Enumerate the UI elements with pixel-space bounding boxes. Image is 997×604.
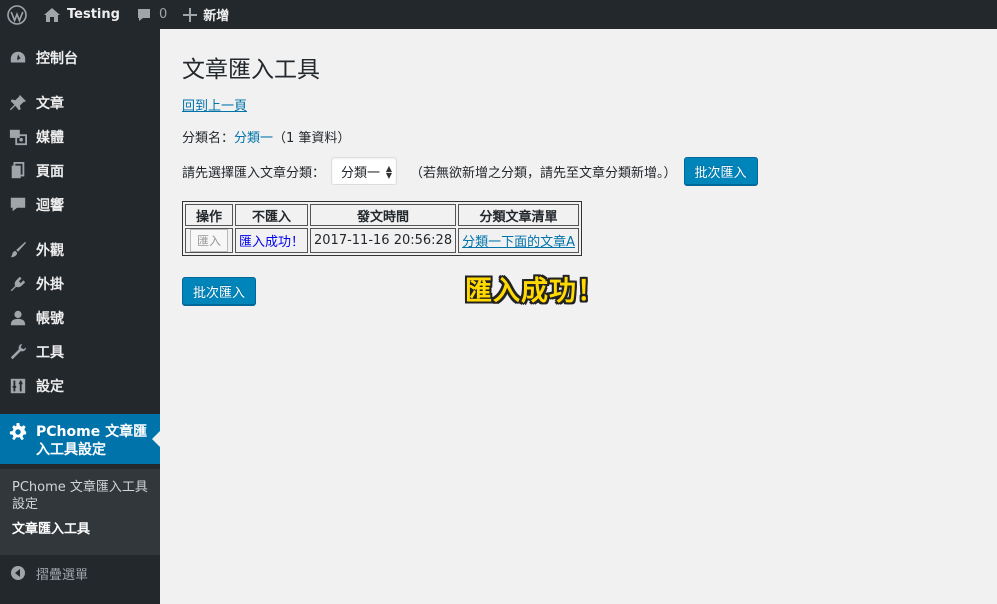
brush-icon <box>0 241 36 259</box>
page-title: 文章匯入工具 <box>182 57 320 83</box>
table-header: 發文時間 <box>310 204 457 226</box>
select-hint: （若無欲新增之分類，請先至文章分類新增。） <box>410 165 677 181</box>
import-status-link[interactable]: 匯入成功！ <box>239 235 304 250</box>
table-row: 匯入 匯入成功！ 2017-11-16 20:56:28 分類一下面的文章A <box>185 228 579 253</box>
batch-import-button-bottom[interactable]: 批次匯入 <box>182 277 257 305</box>
site-name-menu[interactable]: Testing <box>35 0 128 29</box>
sidebar-item-label: 外掛 <box>36 277 64 293</box>
select-value: 分類一 <box>341 165 381 181</box>
sidebar-item-comments[interactable]: 迴響 <box>0 188 160 222</box>
page-icon <box>0 162 36 180</box>
plugin-icon <box>0 275 36 293</box>
sidebar-item-label: 工具 <box>36 345 64 361</box>
category-prefix: 分類名： <box>182 131 235 146</box>
sidebar-item-label: 控制台 <box>36 51 78 67</box>
table-header: 分類文章清單 <box>458 204 579 226</box>
back-link[interactable]: 回到上一頁 <box>182 95 247 114</box>
new-content-label: 新增 <box>203 9 230 24</box>
table-header: 不匯入 <box>235 204 309 226</box>
submenu-item-import-tool[interactable]: 文章匯入工具 <box>0 521 160 538</box>
home-icon <box>43 7 61 23</box>
select-arrows-icon: ▲ ▼ <box>385 164 393 180</box>
sidebar-item-label: 媒體 <box>36 130 64 146</box>
sidebar-item-label: 設定 <box>36 379 64 395</box>
comment-bubble-icon <box>136 7 152 23</box>
sidebar-item-label: 頁面 <box>36 164 64 180</box>
category-info: 分類名：分類一（1 筆資料） <box>182 127 350 146</box>
collapse-menu-button[interactable]: 摺疊選單 <box>0 563 160 583</box>
settings-icon <box>0 377 36 395</box>
category-count: （1 筆資料） <box>273 131 351 146</box>
user-icon <box>0 309 36 327</box>
sidebar-item-pchome-importer[interactable]: PChome 文章匯入工具設定 <box>0 414 160 464</box>
sidebar-item-users[interactable]: 帳號 <box>0 301 160 335</box>
select-label: 請先選擇匯入文章分類： <box>182 165 326 181</box>
category-select-row: 請先選擇匯入文章分類： 分類一 ▲ ▼ （若無欲新增之分類，請先至文章分類新增。）… <box>182 157 758 185</box>
pin-icon <box>0 94 36 112</box>
comment-icon <box>0 196 36 214</box>
sidebar-item-tools[interactable]: 工具 <box>0 335 160 369</box>
current-menu-arrow <box>152 431 160 447</box>
sidebar-item-label: 外觀 <box>36 243 64 259</box>
table-header: 操作 <box>185 204 233 226</box>
post-cell: 分類一下面的文章A <box>458 228 579 253</box>
time-cell: 2017-11-16 20:56:28 <box>310 228 457 253</box>
import-button-disabled: 匯入 <box>189 229 228 252</box>
wrench-icon <box>0 343 36 361</box>
admin-bar: Testing 0 新增 <box>0 0 997 29</box>
sidebar-item-settings[interactable]: 設定 <box>0 369 160 403</box>
sidebar-item-label: 帳號 <box>36 311 64 327</box>
category-name: 分類一 <box>234 131 274 146</box>
admin-sidebar: 控制台 文章 媒體 頁面 迴響 外觀 外掛 帳號 工具 設定 PChome 文章… <box>0 29 160 604</box>
wordpress-logo-menu[interactable] <box>0 0 35 29</box>
sidebar-item-appearance[interactable]: 外觀 <box>0 233 160 267</box>
skip-cell: 匯入成功！ <box>235 228 309 253</box>
dashboard-icon <box>0 49 36 67</box>
sidebar-item-pages[interactable]: 頁面 <box>0 154 160 188</box>
comments-menu[interactable]: 0 <box>128 0 175 29</box>
collapse-menu-label: 摺疊選單 <box>36 567 89 583</box>
sidebar-item-label: 文章 <box>36 96 64 112</box>
gear-icon <box>0 423 36 441</box>
sidebar-item-plugins[interactable]: 外掛 <box>0 267 160 301</box>
new-content-menu[interactable]: 新增 <box>175 0 237 29</box>
media-icon <box>0 128 36 146</box>
plus-icon <box>183 7 198 22</box>
category-select[interactable]: 分類一 ▲ ▼ <box>331 157 398 185</box>
sidebar-item-label: PChome 文章匯入工具設定 <box>36 424 148 458</box>
batch-import-button-top[interactable]: 批次匯入 <box>683 157 758 185</box>
sidebar-submenu: PChome 文章匯入工具設定 文章匯入工具 <box>0 469 160 555</box>
comments-count: 0 <box>158 7 168 22</box>
action-cell: 匯入 <box>185 228 233 253</box>
site-name-label: Testing <box>67 7 120 22</box>
post-link[interactable]: 分類一下面的文章A <box>462 235 575 250</box>
sidebar-item-label: 迴響 <box>36 198 64 214</box>
sidebar-item-dashboard[interactable]: 控制台 <box>0 41 160 75</box>
table-header-row: 操作 不匯入 發文時間 分類文章清單 <box>185 204 579 226</box>
success-annotation: 匯入成功！ <box>465 276 605 307</box>
import-table: 操作 不匯入 發文時間 分類文章清單 匯入 匯入成功！ 2017-11-16 2… <box>182 201 582 256</box>
submenu-item-settings[interactable]: PChome 文章匯入工具設定 <box>0 479 160 513</box>
collapse-arrow-icon <box>0 565 36 581</box>
sidebar-item-media[interactable]: 媒體 <box>0 120 160 154</box>
sidebar-item-posts[interactable]: 文章 <box>0 86 160 120</box>
wordpress-logo-icon <box>7 4 27 25</box>
